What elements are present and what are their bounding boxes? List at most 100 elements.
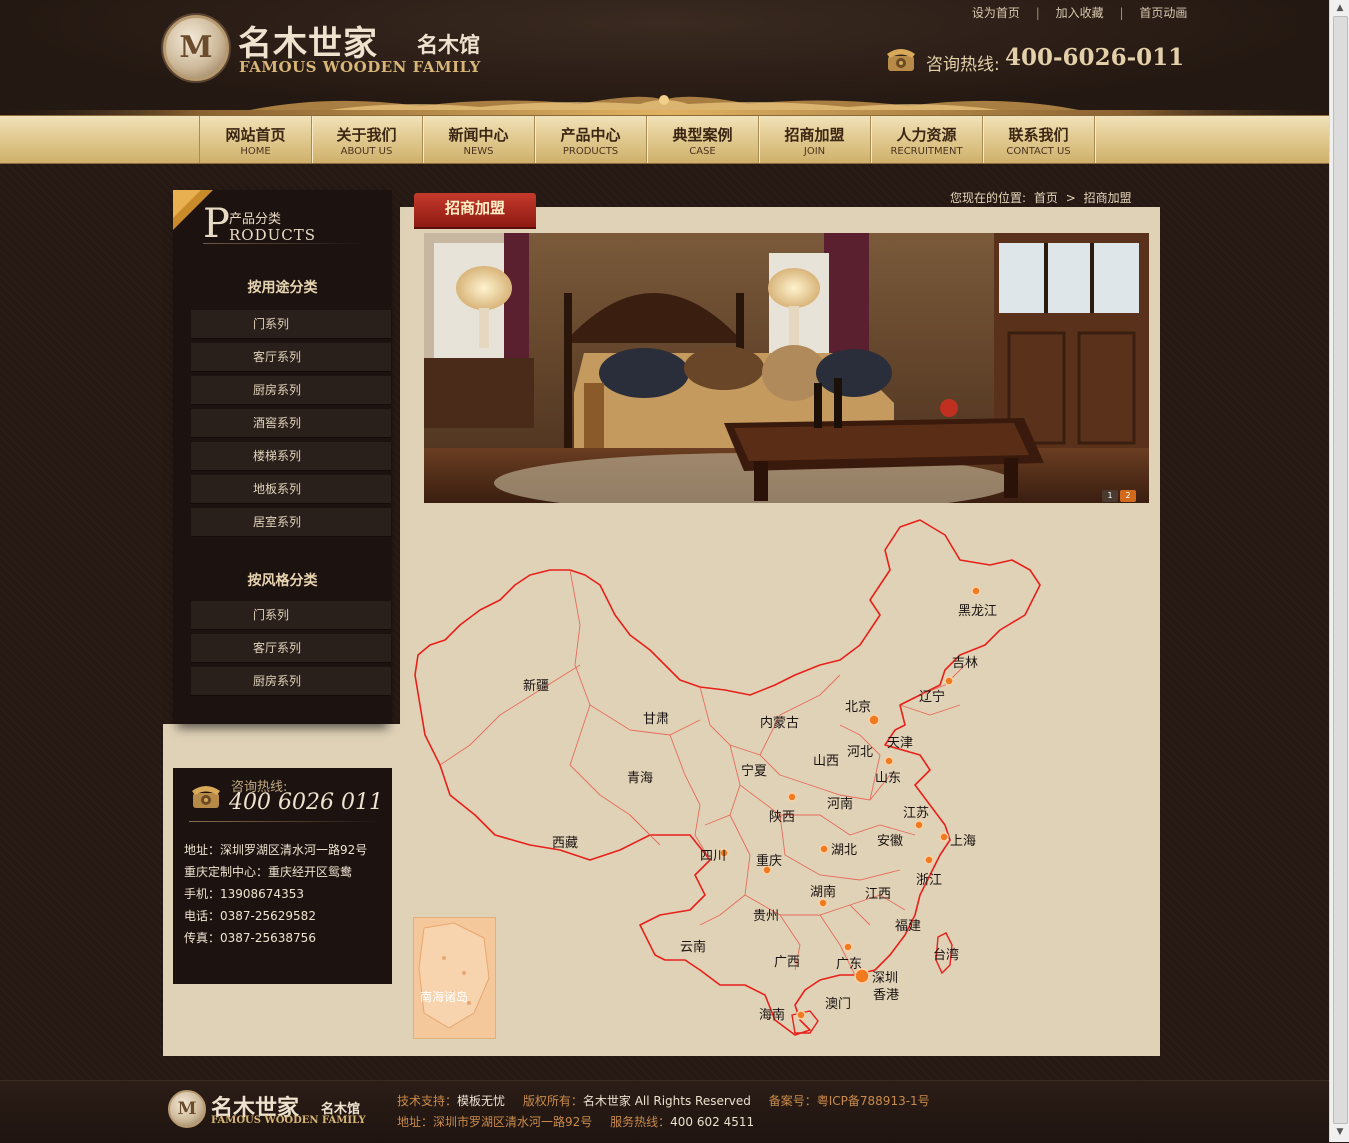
province-label[interactable]: 江西 — [865, 883, 891, 902]
sidebar-item[interactable]: 厨房系列 — [191, 667, 391, 696]
footer-key: 技术支持： — [397, 1094, 458, 1108]
banner-page-2[interactable]: 2 — [1120, 490, 1136, 502]
province-label[interactable]: 重庆 — [756, 850, 782, 869]
sidebar-item[interactable]: 楼梯系列 — [191, 442, 391, 471]
province-label[interactable]: 黑龙江 — [958, 600, 997, 619]
sidebar-item[interactable]: 门系列 — [191, 310, 391, 339]
sidebar-item[interactable]: 客厅系列 — [191, 634, 391, 663]
province-label[interactable]: 台湾 — [933, 944, 959, 963]
footer-key: 服务热线： — [610, 1115, 671, 1129]
province-label[interactable]: 江苏 — [903, 802, 929, 821]
province-label[interactable]: 河南 — [827, 793, 853, 812]
nav-item-home[interactable]: 网站首页 HOME — [199, 116, 312, 163]
province-label[interactable]: 青海 — [627, 767, 653, 786]
sidebar-item-label: 地板系列 — [253, 482, 302, 496]
province-label[interactable]: 广东 — [836, 953, 862, 972]
logo-letter: M — [179, 30, 213, 65]
nav-item-recruitment[interactable]: 人力资源 RECRUITMENT — [871, 116, 983, 163]
phone-icon — [887, 49, 915, 71]
province-label[interactable]: 辽宁 — [919, 686, 945, 705]
province-label[interactable]: 天津 — [887, 732, 913, 751]
sidebar-item[interactable]: 酒窖系列 — [191, 409, 391, 438]
set-homepage-link[interactable]: 设为首页 — [972, 6, 1020, 20]
breadcrumb-prefix: 您现在的位置: — [950, 191, 1027, 205]
category-heading-style: 按风格分类 — [247, 573, 318, 589]
province-label[interactable]: 河北 — [847, 741, 873, 760]
sidebar-item[interactable]: 客厅系列 — [191, 343, 391, 372]
content-panel-left-bottom — [163, 984, 400, 1056]
vertical-scrollbar[interactable]: ▲ ▼ — [1329, 0, 1349, 1142]
footer-key: 备案号： — [768, 1094, 817, 1108]
footer-icp[interactable]: 粤ICP备788913-1号 — [817, 1094, 930, 1108]
province-label[interactable]: 山西 — [813, 750, 839, 769]
nav-label: 网站首页 — [225, 126, 286, 144]
province-label[interactable]: 山东 — [875, 767, 901, 786]
logo-medal[interactable]: M — [163, 15, 229, 81]
banner-page-1[interactable]: 1 — [1102, 490, 1118, 502]
footer-logo-medal: M — [168, 1090, 206, 1128]
footer: M 名木世家 名木馆 FAMOUS WOODEN FAMILY 技术支持：模板无… — [0, 1080, 1329, 1143]
sidebar-item[interactable]: 厨房系列 — [191, 376, 391, 405]
nav-item-case[interactable]: 典型案例 CASE — [647, 116, 759, 163]
add-favorite-link[interactable]: 加入收藏 — [1056, 6, 1104, 20]
section-tab: 招商加盟 — [414, 193, 536, 227]
province-label[interactable]: 云南 — [680, 936, 706, 955]
nav-item-join[interactable]: 招商加盟 JOIN — [759, 116, 871, 163]
province-label[interactable]: 西藏 — [552, 832, 578, 851]
province-label[interactable]: 四川 — [700, 845, 726, 864]
province-label[interactable]: 内蒙古 — [760, 712, 799, 731]
south-sea-islands-map — [418, 922, 490, 1029]
sidebar-item[interactable]: 门系列 — [191, 601, 391, 630]
breadcrumb-home-link[interactable]: 首页 — [1034, 191, 1058, 205]
province-label[interactable]: 安徽 — [877, 830, 903, 849]
breadcrumb: 您现在的位置: 首页 > 招商加盟 — [950, 189, 1136, 206]
nav-item-news[interactable]: 新闻中心 NEWS — [423, 116, 535, 163]
footer-line-2: 地址：深圳市罗湖区清水河一路92号 服务热线：400 602 4511 — [397, 1113, 768, 1130]
scroll-up-icon[interactable]: ▲ — [1333, 1, 1347, 15]
main-nav: 网站首页 HOME 关于我们 ABOUT US 新闻中心 NEWS 产品中心 P… — [0, 115, 1329, 164]
sidebar-item-label: 酒窖系列 — [253, 416, 302, 430]
scrollbar-thumb[interactable] — [1333, 16, 1348, 1124]
province-label[interactable]: 澳门 — [825, 993, 851, 1012]
nav-label-en: JOIN — [803, 146, 826, 157]
sidebar-item[interactable]: 地板系列 — [191, 475, 391, 504]
nav-label-en: RECRUITMENT — [890, 146, 963, 157]
nav-item-contact[interactable]: 联系我们 CONTACT US — [983, 116, 1095, 163]
nav-label: 典型案例 — [672, 126, 733, 144]
province-label[interactable]: 湖北 — [831, 839, 857, 858]
province-label[interactable]: 香港 — [873, 984, 899, 1003]
nav-label-en: CONTACT US — [1006, 146, 1071, 157]
province-label[interactable]: 上海 — [950, 830, 976, 849]
province-label[interactable]: 福建 — [895, 915, 921, 934]
sidebar-item-label: 门系列 — [253, 608, 290, 622]
sidebar-item-label: 厨房系列 — [253, 383, 302, 397]
hotline-label: 咨询热线: — [926, 55, 1000, 75]
nav-item-products[interactable]: 产品中心 PRODUCTS — [535, 116, 647, 163]
divider — [203, 243, 363, 244]
footer-value: 名木世家 All Rights Reserved — [582, 1094, 751, 1108]
scroll-down-icon[interactable]: ▼ — [1333, 1125, 1347, 1139]
nav-label-en: NEWS — [463, 146, 494, 157]
nav-label: 联系我们 — [1008, 126, 1069, 144]
province-label[interactable]: 广西 — [774, 951, 800, 970]
contact-phone: 电话：0387-25629582 — [184, 909, 316, 923]
province-label[interactable]: 宁夏 — [741, 760, 767, 779]
province-label[interactable]: 浙江 — [916, 869, 942, 888]
province-label[interactable]: 陕西 — [769, 806, 795, 825]
province-label[interactable]: 贵州 — [753, 905, 779, 924]
sidebar-item[interactable]: 居室系列 — [191, 508, 391, 537]
banner-image[interactable] — [424, 233, 1149, 503]
sidebar-item-label: 居室系列 — [253, 515, 302, 529]
province-label[interactable]: 湖南 — [810, 881, 836, 900]
home-animation-link[interactable]: 首页动画 — [1139, 6, 1187, 20]
province-label[interactable]: 海南 — [759, 1004, 785, 1023]
nav-item-about[interactable]: 关于我们 ABOUT US — [311, 116, 423, 163]
province-label[interactable]: 甘肃 — [643, 708, 669, 727]
top-link-separator: | — [1119, 6, 1124, 20]
province-label[interactable]: 吉林 — [952, 652, 978, 671]
footer-key: 版权所有： — [522, 1094, 583, 1108]
province-label[interactable]: 新疆 — [523, 675, 549, 694]
south-sea-inset[interactable]: 南海诸岛 — [413, 917, 496, 1039]
sidebar-title-initial: P — [203, 201, 230, 247]
province-label[interactable]: 北京 — [845, 696, 871, 715]
